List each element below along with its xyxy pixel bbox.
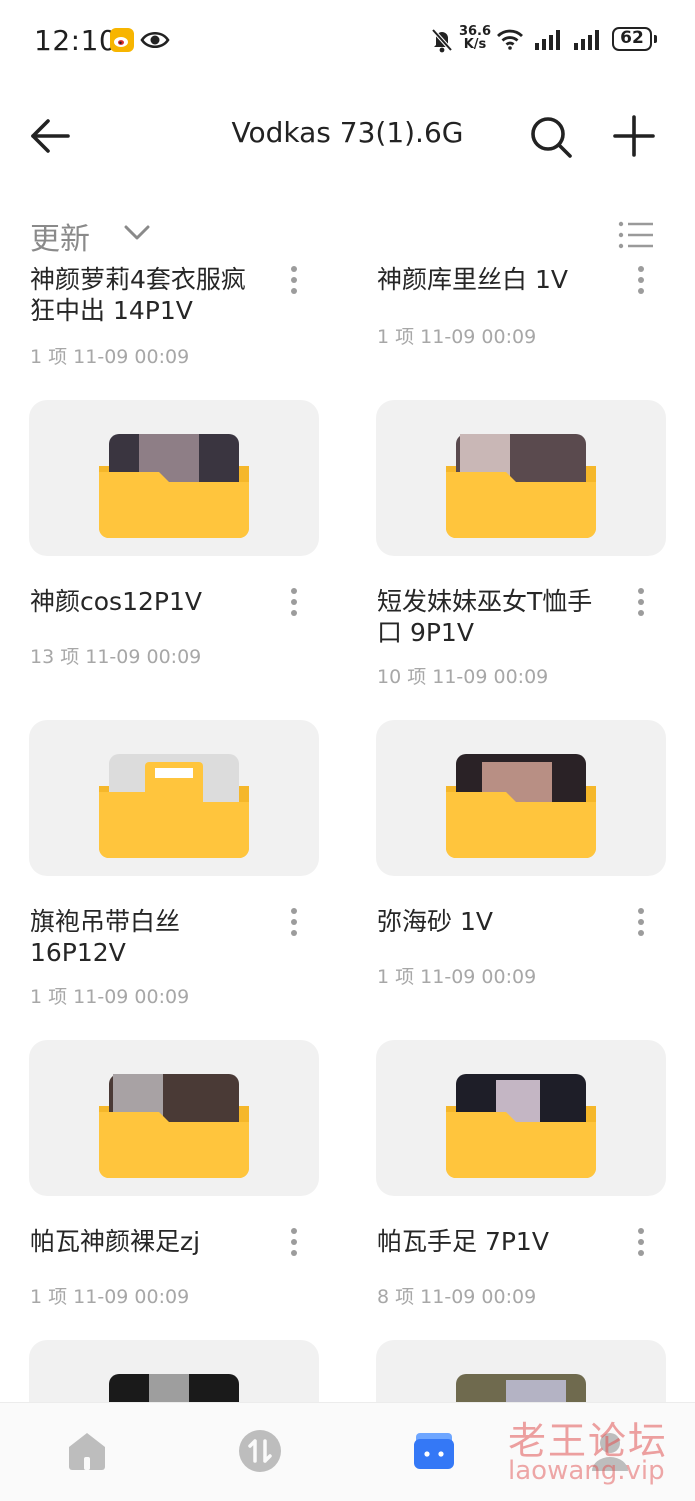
folder-name[interactable]: 神颜cos12P1V bbox=[30, 586, 270, 617]
folder-meta: 1 项 11-09 00:09 bbox=[377, 326, 537, 348]
watermark-url: laowang.vip bbox=[508, 1456, 665, 1486]
page-title: Vodkas 73(1).6G bbox=[231, 116, 464, 149]
more-icon[interactable] bbox=[289, 1228, 299, 1262]
more-icon[interactable] bbox=[636, 266, 646, 300]
mute-icon bbox=[431, 28, 453, 53]
more-icon[interactable] bbox=[289, 908, 299, 942]
folder-icon bbox=[99, 1074, 249, 1178]
folder-icon bbox=[446, 1074, 596, 1178]
transfer-icon[interactable] bbox=[238, 1429, 282, 1473]
net-speed-unit: K/s bbox=[463, 37, 487, 52]
more-icon[interactable] bbox=[636, 908, 646, 942]
search-icon[interactable] bbox=[528, 114, 574, 160]
files-icon[interactable] bbox=[412, 1427, 456, 1471]
folder-meta: 10 项 11-09 00:09 bbox=[377, 666, 549, 688]
folder-icon bbox=[99, 434, 249, 538]
list-view-icon[interactable] bbox=[618, 220, 654, 250]
folder-icon bbox=[446, 434, 596, 538]
more-icon[interactable] bbox=[636, 1228, 646, 1262]
folder-name[interactable]: 神颜库里丝白 1V bbox=[377, 264, 617, 295]
chevron-down-icon[interactable] bbox=[122, 222, 152, 244]
more-icon[interactable] bbox=[289, 266, 299, 300]
more-icon[interactable] bbox=[289, 588, 299, 622]
folder-card[interactable] bbox=[376, 400, 666, 556]
home-icon[interactable] bbox=[66, 1429, 108, 1471]
folder-meta: 1 项 11-09 00:09 bbox=[30, 986, 190, 1008]
status-bar: 12:10 36.6 K/s 62 bbox=[0, 0, 695, 80]
folder-name[interactable]: 短发妹妹巫女T恤手口 9P1V bbox=[377, 586, 617, 648]
folder-meta: 1 项 11-09 00:09 bbox=[377, 966, 537, 988]
sort-label[interactable]: 更新 bbox=[30, 214, 90, 258]
folder-meta: 1 项 11-09 00:09 bbox=[30, 346, 190, 368]
net-speed: 36.6 K/s bbox=[458, 25, 492, 51]
folder-card[interactable] bbox=[29, 1040, 319, 1196]
folder-icon bbox=[446, 754, 596, 858]
folder-card[interactable] bbox=[376, 720, 666, 876]
status-time: 12:10 bbox=[34, 24, 118, 57]
add-icon[interactable] bbox=[612, 114, 656, 158]
folder-card[interactable] bbox=[29, 400, 319, 556]
folder-name[interactable]: 神颜萝莉4套衣服疯狂中出 14P1V bbox=[30, 264, 270, 326]
folder-card[interactable] bbox=[29, 720, 319, 876]
weibo-icon bbox=[110, 28, 134, 52]
battery-indicator: 62 bbox=[612, 27, 657, 51]
folder-card[interactable] bbox=[376, 1040, 666, 1196]
folder-name[interactable]: 帕瓦神颜裸足zj bbox=[30, 1226, 270, 1257]
wifi-icon bbox=[497, 29, 523, 50]
eye-icon bbox=[140, 31, 170, 49]
folder-meta: 13 项 11-09 00:09 bbox=[30, 646, 202, 668]
signal-icon-2 bbox=[574, 30, 599, 50]
folder-meta: 1 项 11-09 00:09 bbox=[30, 1286, 190, 1308]
folder-name[interactable]: 弥海砂 1V bbox=[377, 906, 617, 937]
folder-meta: 8 项 11-09 00:09 bbox=[377, 1286, 537, 1308]
folder-name[interactable]: 旗袍吊带白丝16P12V bbox=[30, 906, 270, 968]
folder-name[interactable]: 帕瓦手足 7P1V bbox=[377, 1226, 617, 1257]
signal-icon bbox=[535, 30, 560, 50]
more-icon[interactable] bbox=[636, 588, 646, 622]
back-icon[interactable] bbox=[28, 116, 72, 156]
folder-icon bbox=[99, 754, 249, 858]
